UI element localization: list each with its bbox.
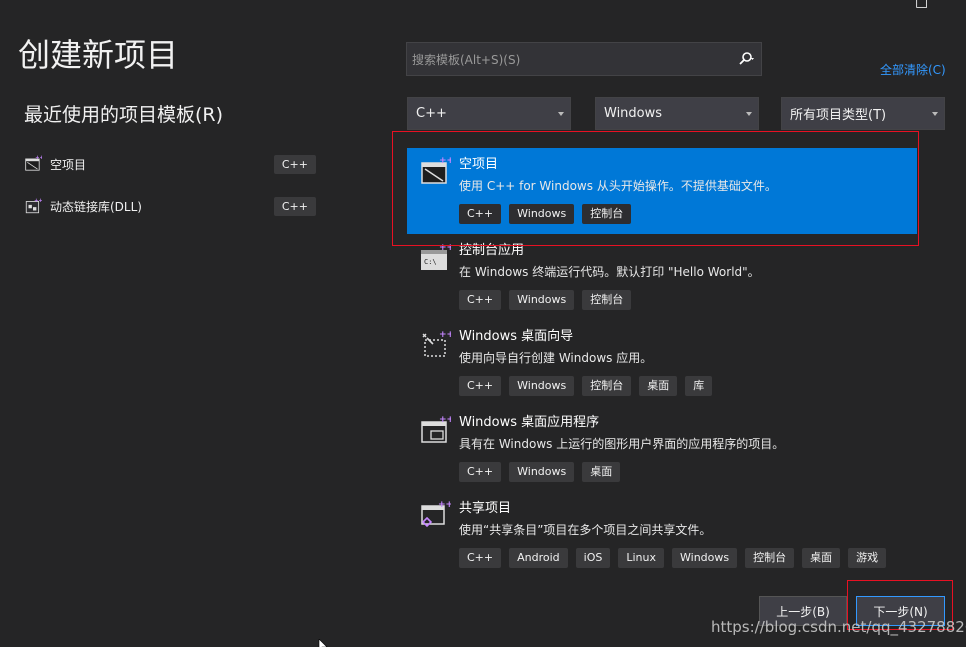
- template-description: 使用向导自行创建 Windows 应用。: [459, 351, 653, 365]
- template-description: 在 Windows 终端运行代码。默认打印 "Hello World"。: [459, 265, 760, 279]
- template-card[interactable]: C:\ ++ 控制台应用在 Windows 终端运行代码。默认打印 "Hello W…: [407, 234, 917, 320]
- empty-project-icon: ++: [24, 155, 44, 173]
- platform-filter-value: Windows: [604, 106, 663, 121]
- template-name: 共享项目: [459, 501, 512, 516]
- template-tag: C++: [459, 462, 502, 482]
- template-tags: C++ Android iOS Linux Windows 控制台 桌面 游戏: [459, 548, 917, 568]
- svg-text:++: ++: [34, 198, 42, 204]
- template-card[interactable]: ++ Windows 桌面向导使用向导自行创建 Windows 应用。 C++ Win…: [407, 320, 917, 406]
- template-name: Windows 桌面向导: [459, 329, 574, 344]
- page-title: 创建新项目: [18, 36, 179, 74]
- template-description: 使用“共享条目”项目在多个项目之间共享文件。: [459, 523, 712, 537]
- svg-text:++: ++: [35, 155, 42, 161]
- template-tag: 控制台: [582, 290, 632, 310]
- language-filter[interactable]: C++: [407, 97, 571, 130]
- project-type-filter[interactable]: 所有项目类型(T): [781, 97, 945, 130]
- maximize-button[interactable]: □: [915, 0, 928, 10]
- template-search-box[interactable]: 搜索模板(Alt+S)(S): [406, 42, 762, 76]
- template-description: 具有在 Windows 上运行的图形用户界面的应用程序的项目。: [459, 437, 785, 451]
- annotation-box: [392, 131, 919, 246]
- template-tag: 库: [685, 376, 713, 396]
- recent-template-label: 动态链接库(DLL): [50, 199, 142, 214]
- language-tag: C++: [273, 154, 316, 174]
- mouse-cursor-icon: [318, 636, 328, 647]
- template-tag: iOS: [575, 548, 611, 568]
- svg-text:++: ++: [439, 330, 451, 340]
- template-tag: Windows: [509, 376, 575, 396]
- wizard-icon: ++: [419, 328, 454, 360]
- template-tags: C++ Windows 控制台: [459, 290, 917, 310]
- template-tag: 桌面: [639, 376, 678, 396]
- template-tag: C++: [459, 376, 502, 396]
- template-tag: Linux: [618, 548, 664, 568]
- svg-text:++: ++: [439, 415, 451, 425]
- language-filter-value: C++: [416, 106, 447, 121]
- recent-template-item[interactable]: ++ 空项目 C++: [24, 152, 316, 176]
- template-tags: C++ Windows 控制台 桌面库: [459, 376, 917, 396]
- template-card[interactable]: ++ Windows 桌面应用程序具有在 Windows 上运行的图形用户界面的应…: [407, 406, 917, 492]
- template-card[interactable]: ++ 共享项目使用“共享条目”项目在多个项目之间共享文件。 C++ Android iO…: [407, 492, 917, 578]
- clear-all-link[interactable]: 全部清除(C): [880, 61, 946, 78]
- template-tags: C++ Windows 桌面: [459, 462, 917, 482]
- recent-template-item[interactable]: ++ 动态链接库(DLL) C++: [24, 194, 316, 218]
- minimize-button[interactable]: —: [869, 0, 885, 6]
- dll-icon: ++: [24, 197, 43, 215]
- watermark: https://blog.csdn.net/qq_43278826: [711, 618, 966, 636]
- language-tag: C++: [273, 196, 316, 216]
- template-tag: Android: [509, 548, 568, 568]
- chevron-down-icon: [932, 111, 938, 116]
- template-tag: 控制台: [745, 548, 795, 568]
- console-app-icon: C:\ ++: [419, 242, 454, 274]
- template-tag: Windows: [672, 548, 738, 568]
- template-name: Windows 桌面应用程序: [459, 415, 600, 430]
- chevron-down-icon: [558, 111, 564, 116]
- template-tag: 游戏: [848, 548, 887, 568]
- template-tag: 控制台: [582, 376, 632, 396]
- search-icon[interactable]: [731, 43, 761, 75]
- recent-template-label: 空项目: [50, 157, 87, 172]
- svg-text:C:\: C:\: [424, 258, 437, 266]
- chevron-down-icon: [746, 111, 752, 116]
- template-tag: Windows: [509, 290, 575, 310]
- search-input[interactable]: 搜索模板(Alt+S)(S): [407, 51, 731, 68]
- template-tag: C++: [459, 290, 502, 310]
- template-tag: Windows: [509, 462, 575, 482]
- desktop-app-icon: ++: [419, 414, 454, 446]
- project-type-filter-value: 所有项目类型(T): [790, 108, 887, 123]
- platform-filter[interactable]: Windows: [595, 97, 759, 130]
- template-tag: C++: [459, 548, 502, 568]
- shared-project-icon: ++: [419, 500, 453, 532]
- template-tag: 桌面: [802, 548, 841, 568]
- svg-text:++: ++: [438, 500, 451, 510]
- recent-templates-title: 最近使用的项目模板(R): [24, 104, 224, 126]
- template-tag: 桌面: [582, 462, 621, 482]
